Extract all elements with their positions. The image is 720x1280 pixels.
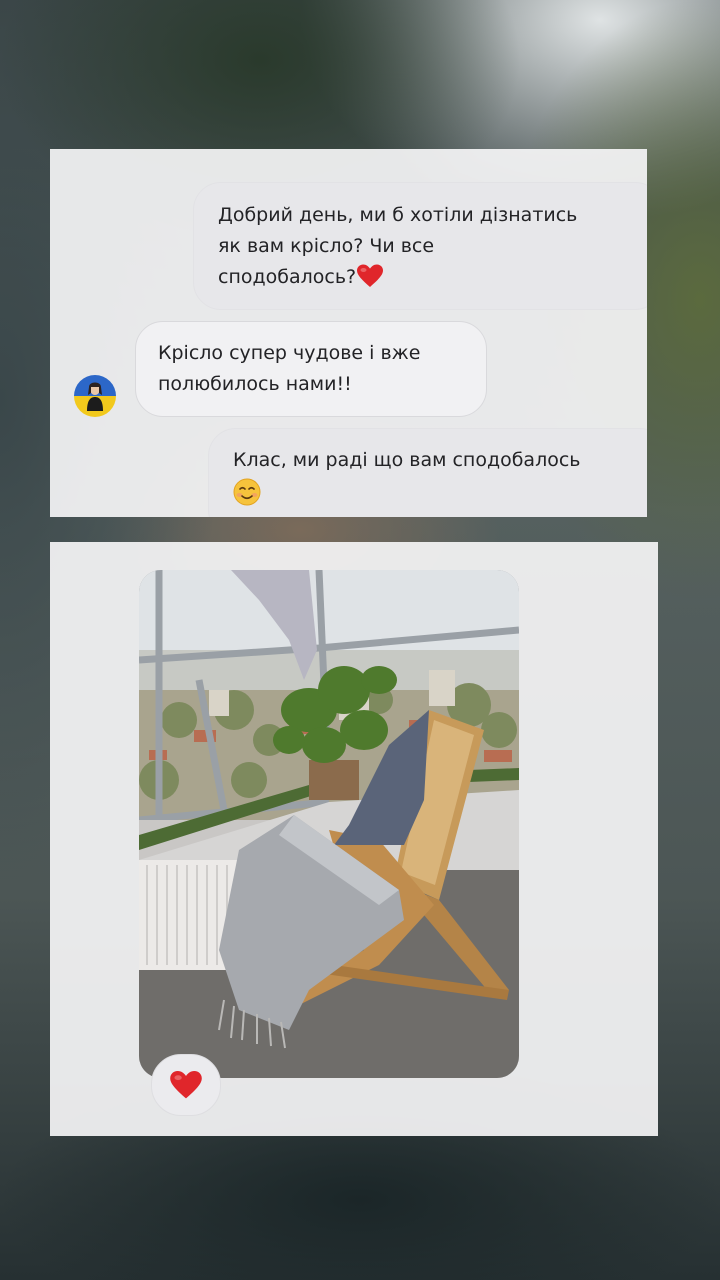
red-heart-icon — [356, 264, 384, 288]
balcony-chair-illustration — [139, 570, 519, 1078]
message-line — [233, 476, 647, 510]
message-line: як вам крісло? Чи все — [218, 235, 435, 257]
outgoing-message-bubble[interactable]: Добрий день, ми б хотіли дізнатись як ва… — [193, 182, 647, 310]
heart-reaction[interactable] — [151, 1054, 221, 1116]
message-line: Добрий день, ми б хотіли дізнатись — [218, 204, 578, 226]
chat-screenshot-card: Добрий день, ми б хотіли дізнатись як ва… — [50, 149, 647, 517]
message-line: полюбилось нами!! — [158, 373, 352, 395]
red-heart-icon — [170, 1071, 202, 1099]
photo-screenshot-card — [50, 542, 658, 1136]
outgoing-message-bubble[interactable]: Клас, ми раді що вам сподобалось — [208, 428, 647, 517]
smiling-face-icon — [233, 478, 261, 506]
user-avatar[interactable] — [74, 375, 116, 417]
incoming-message-bubble[interactable]: Крісло супер чудове і вже полюбилось нам… — [135, 321, 487, 417]
chair-photo[interactable] — [139, 570, 519, 1078]
message-line: сподобалось? — [218, 262, 644, 293]
message-line: Клас, ми раді що вам сподобалось — [233, 449, 581, 471]
person-silhouette-icon — [87, 382, 103, 411]
message-line: Крісло супер чудове і вже — [158, 342, 421, 364]
